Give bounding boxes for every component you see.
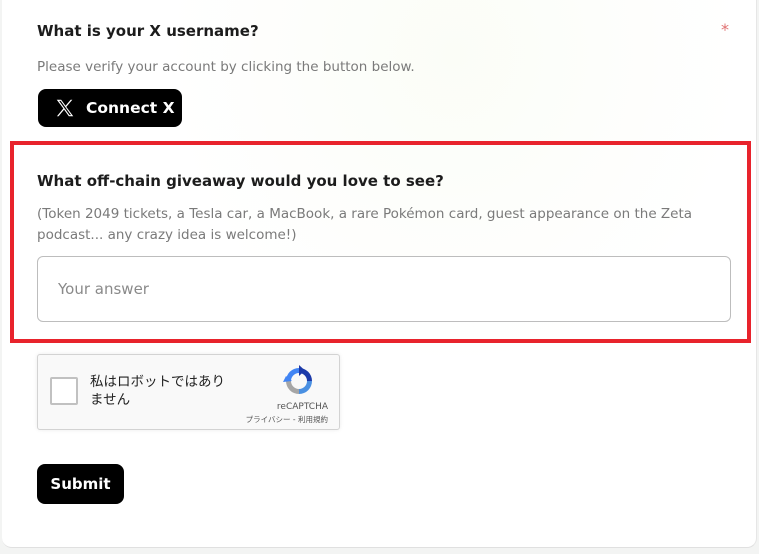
answer-input[interactable]	[37, 256, 731, 322]
connect-x-button[interactable]: Connect X	[38, 89, 182, 127]
recaptcha-label: 私はロボットではあり ません	[90, 373, 240, 409]
recaptcha-privacy-terms-links[interactable]: プライバシー - 利用規約	[228, 414, 328, 425]
required-asterisk: *	[721, 20, 729, 39]
question-description: Please verify your account by clicking t…	[37, 59, 415, 75]
recaptcha-widget: 私はロボットではあり ません reCAPTCHA プライバシー - 利用規約	[37, 354, 340, 430]
submit-button[interactable]: Submit	[37, 464, 124, 504]
connect-x-label: Connect X	[86, 99, 175, 117]
question-title-giveaway: What off-chain giveaway would you love t…	[37, 172, 444, 190]
recaptcha-label-line1: 私はロボットではあり	[90, 374, 225, 390]
recaptcha-checkbox[interactable]	[50, 377, 78, 405]
question-description-line1: (Token 2049 tickets, a Tesla car, a MacB…	[37, 206, 693, 222]
recaptcha-label-line2: ません	[90, 392, 131, 408]
recaptcha-brand: reCAPTCHA	[276, 402, 328, 412]
recaptcha-logo-icon	[283, 365, 312, 394]
form-card: What is your X username? * Please verify…	[2, 0, 757, 548]
question-description-line2: podcast... any crazy idea is welcome!)	[37, 227, 297, 243]
question-title-x-username: What is your X username?	[37, 22, 259, 40]
x-logo-icon	[56, 99, 74, 117]
